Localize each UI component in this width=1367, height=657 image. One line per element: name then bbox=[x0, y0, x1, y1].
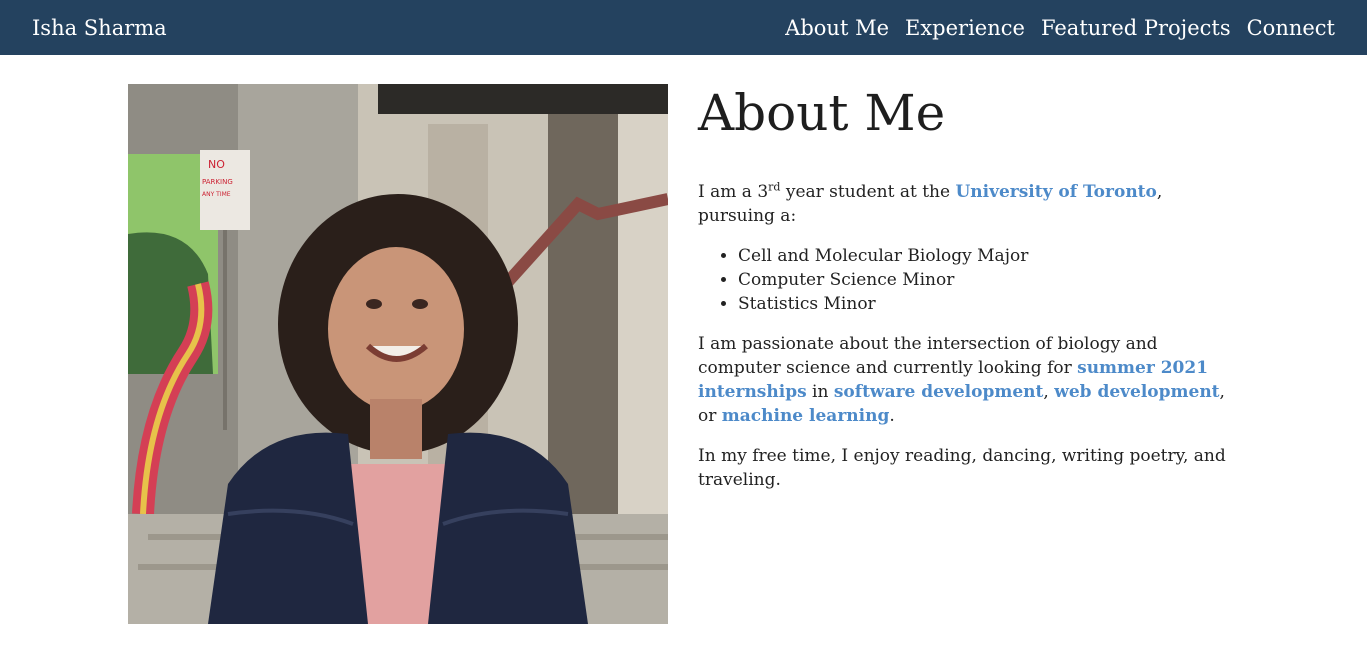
intro-superscript: rd bbox=[768, 180, 781, 194]
nav-link-about-me[interactable]: About Me bbox=[785, 16, 889, 40]
university-link[interactable]: University of Toronto bbox=[955, 182, 1156, 202]
passion-text-in: in bbox=[806, 382, 834, 402]
nav-link-connect[interactable]: Connect bbox=[1247, 16, 1335, 40]
sign-text-any-time: ANY TIME bbox=[202, 191, 231, 198]
programs-list: Cell and Molecular Biology Major Compute… bbox=[738, 244, 1238, 316]
free-time-paragraph: In my free time, I enjoy reading, dancin… bbox=[698, 446, 1226, 490]
intro-text-mid: year student at the bbox=[780, 182, 956, 202]
brand-link[interactable]: Isha Sharma bbox=[32, 16, 167, 40]
list-item: Statistics Minor bbox=[738, 292, 1238, 316]
sign-text-no: NO bbox=[208, 158, 225, 171]
intro-text-pre: I am a 3 bbox=[698, 182, 769, 202]
about-text-column: About Me I am a 3rd year student at the … bbox=[698, 84, 1238, 624]
list-item: Computer Science Minor bbox=[738, 268, 1238, 292]
passion-text-comma: , bbox=[1043, 382, 1055, 402]
passion-paragraph: I am passionate about the intersection o… bbox=[698, 332, 1238, 428]
software-development-link[interactable]: software development bbox=[834, 382, 1044, 402]
intro-paragraph: I am a 3rd year student at the Universit… bbox=[698, 180, 1238, 228]
profile-photo-illustration: NO PARKING ANY TIME bbox=[128, 84, 668, 624]
nav-links: About Me Experience Featured Projects Co… bbox=[785, 16, 1335, 40]
profile-photo: NO PARKING ANY TIME bbox=[128, 84, 668, 624]
nav-link-featured-projects[interactable]: Featured Projects bbox=[1041, 16, 1231, 40]
nav-link-experience[interactable]: Experience bbox=[905, 16, 1025, 40]
about-section: NO PARKING ANY TIME About Me I am a 3rd … bbox=[128, 84, 1238, 624]
navbar: Isha Sharma About Me Experience Featured… bbox=[0, 0, 1367, 55]
sign-text-parking: PARKING bbox=[202, 178, 233, 186]
machine-learning-link[interactable]: machine learning bbox=[722, 406, 890, 426]
list-item: Cell and Molecular Biology Major bbox=[738, 244, 1238, 268]
passion-text-end: . bbox=[889, 406, 895, 426]
web-development-link[interactable]: web development bbox=[1054, 382, 1219, 402]
page-title: About Me bbox=[698, 84, 946, 142]
